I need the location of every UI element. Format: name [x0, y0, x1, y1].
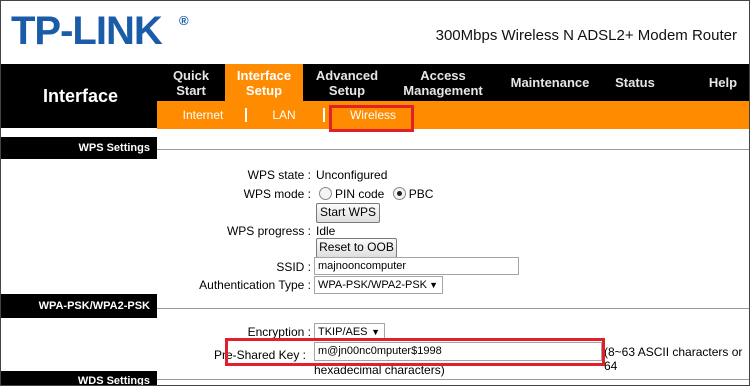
tab-help[interactable]: Help [697, 64, 749, 101]
tab-advanced-setup-line2: Setup [328, 82, 366, 98]
encryption-label: Encryption : [247, 325, 311, 339]
subtab-internet[interactable]: Internet [171, 101, 235, 129]
pbc-radio-label: PBC [408, 187, 434, 201]
section-title-interface: Interface [1, 64, 157, 128]
header-bar: TP-LINK ® 300Mbps Wireless N ADSL2+ Mode… [1, 1, 749, 65]
router-admin-window: TP-LINK ® 300Mbps Wireless N ADSL2+ Mode… [0, 0, 750, 386]
tab-interface-setup-line1: Interface [236, 67, 292, 83]
tp-link-logo: TP-LINK [11, 9, 163, 53]
ssid-input[interactable]: majnooncomputer [314, 257, 519, 275]
start-wps-button[interactable]: Start WPS [316, 203, 380, 223]
wpa-section-label: WPA-PSK/WPA2-PSK [38, 300, 150, 312]
wps-state-label: WPS state : [247, 168, 311, 182]
encryption-select[interactable]: TKIP/AES ▼ [314, 323, 385, 341]
tab-quick-start[interactable]: Quick Start [157, 64, 225, 101]
section-divider [157, 149, 749, 150]
wps-state-value: Unconfigured [316, 168, 388, 182]
wps-mode-label: WPS mode : [243, 187, 311, 201]
tab-quick-start-line1: Quick [172, 67, 210, 83]
pre-shared-key-input[interactable]: m@jn00nc0mputer$1998 [314, 342, 602, 361]
tab-access-management[interactable]: Access Management [391, 64, 495, 101]
pre-shared-key-hint-line2: hexadecimal characters) [314, 363, 445, 377]
pre-shared-key-label: Pre-Shared Key : [213, 348, 306, 362]
encryption-value: TKIP/AES [318, 326, 368, 338]
wds-settings-label: WDS Settings [77, 375, 150, 386]
section-label-wps-settings: WPS Settings [1, 137, 157, 159]
auth-type-value: WPA-PSK/WPA2-PSK [318, 279, 428, 291]
tab-interface-setup-line2: Setup [245, 82, 283, 98]
section-label-wpa: WPA-PSK/WPA2-PSK [1, 294, 157, 318]
pre-shared-key-hint: (8~63 ASCII characters or 64 [604, 345, 743, 373]
tab-maintenance[interactable]: Maintenance [495, 64, 605, 101]
tab-advanced-setup-line1: Advanced [315, 67, 379, 83]
tab-quick-start-line2: Start [176, 82, 206, 98]
tab-advanced-setup[interactable]: Advanced Setup [303, 64, 391, 101]
section-label-wds-settings: WDS Settings [1, 371, 157, 386]
subnav-divider [323, 108, 325, 122]
section-divider [157, 379, 749, 380]
subnav-divider [245, 108, 247, 122]
subtab-lan[interactable]: LAN [257, 101, 311, 129]
wps-mode-group: PIN code PBC [319, 187, 433, 201]
tab-interface-setup[interactable]: Interface Setup [225, 64, 303, 101]
dropdown-arrow-icon: ▼ [371, 327, 380, 337]
sub-nav: Internet LAN Wireless [157, 101, 749, 129]
product-title: 300Mbps Wireless N ADSL2+ Modem Router [435, 27, 737, 44]
reset-to-oob-button[interactable]: Reset to OOB [316, 238, 397, 258]
ssid-label: SSID : [276, 260, 311, 274]
wps-progress-value: Idle [316, 224, 336, 238]
registered-mark: ® [179, 13, 189, 28]
left-column: Interface WPS Settings WPA-PSK/WPA2-PSK … [1, 64, 157, 386]
tab-access-management-line2: Management [403, 82, 483, 98]
section-divider [157, 308, 749, 309]
pin-code-radio[interactable] [319, 187, 332, 200]
tab-access-management-line1: Access [420, 67, 466, 83]
main-nav: Quick Start Interface Setup Advanced Setup … [157, 64, 749, 101]
tab-status[interactable]: Status [605, 64, 665, 101]
pbc-radio[interactable] [392, 187, 406, 200]
dropdown-arrow-icon: ▼ [429, 280, 438, 290]
wps-settings-label: WPS Settings [78, 142, 150, 154]
pin-code-radio-label: PIN code [335, 187, 385, 201]
auth-type-select[interactable]: WPA-PSK/WPA2-PSK ▼ [314, 276, 443, 294]
auth-type-label: Authentication Type : [199, 278, 311, 292]
wps-progress-label: WPS progress : [226, 224, 311, 238]
subtab-wireless[interactable]: Wireless [335, 101, 411, 129]
